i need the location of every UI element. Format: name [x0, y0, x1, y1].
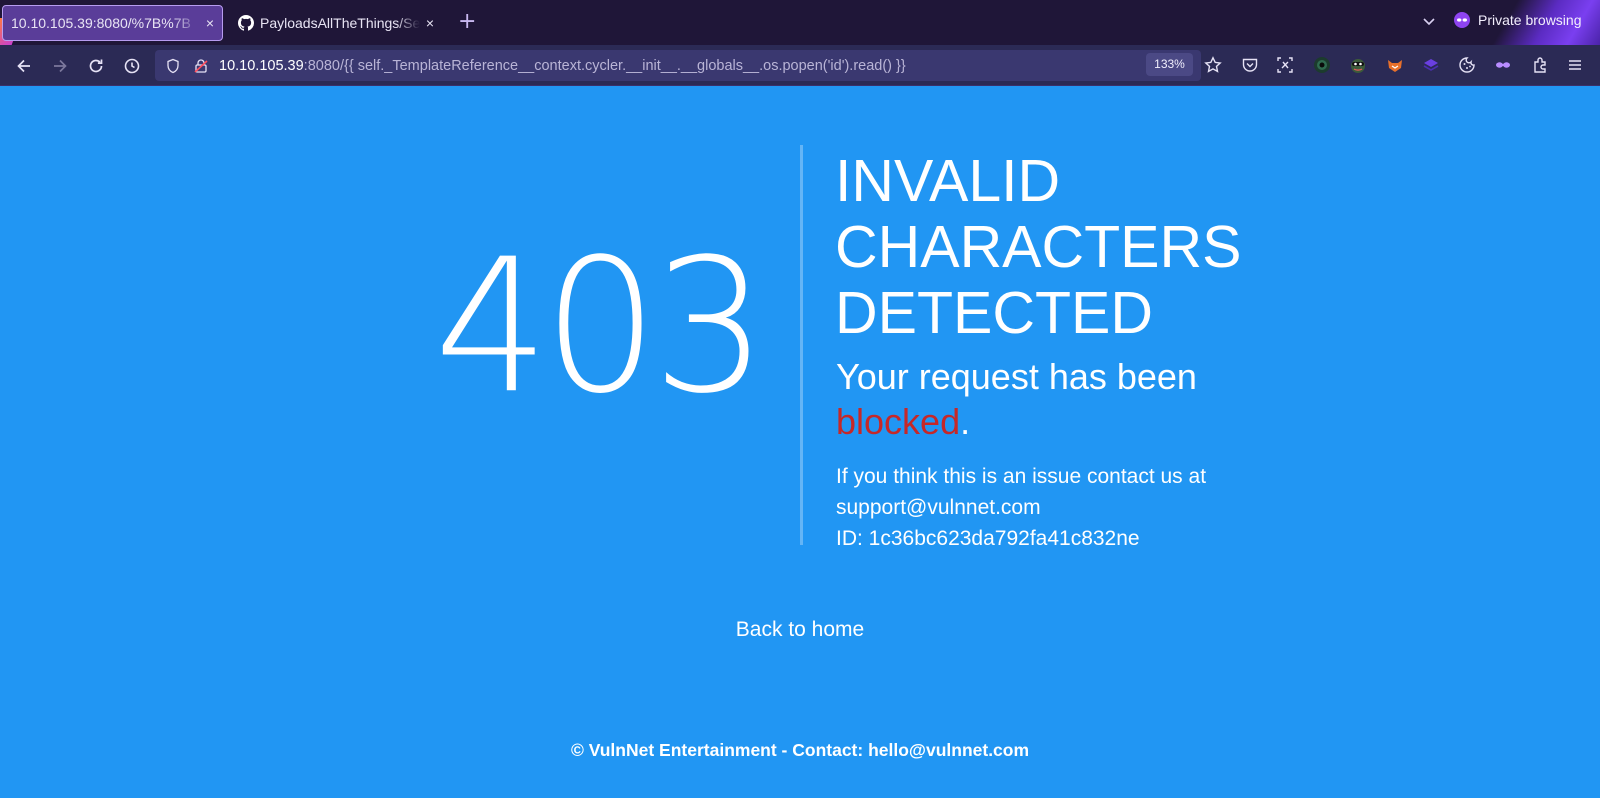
menu-icon[interactable]	[1566, 56, 1584, 74]
pocket-icon[interactable]	[1241, 56, 1259, 74]
contact-text: If you think this is an issue contact us…	[836, 465, 1207, 488]
page-footer: © VulnNet Entertainment - Contact: hello…	[570, 740, 1030, 760]
screenshot-icon[interactable]	[1276, 56, 1294, 74]
url-path: :8080/{{ self._TemplateReference__contex…	[303, 57, 906, 74]
address-bar[interactable]: 10.10.105.39:8080/{{ self._TemplateRefer…	[155, 50, 1201, 81]
extensions-icon[interactable]	[1531, 56, 1549, 74]
error-code: 403	[434, 218, 767, 435]
private-mask-icon[interactable]	[1494, 56, 1512, 74]
tab-close-button[interactable]: ×	[426, 15, 434, 31]
tab-active[interactable]: 10.10.105.39:8080/%7B%7B ×	[2, 5, 223, 41]
support-email: support@vulnnet.com	[836, 496, 1041, 519]
private-browsing-label: Private browsing	[1478, 12, 1582, 28]
extension-mask-icon[interactable]	[1349, 56, 1367, 74]
blocked-word: blocked	[836, 401, 961, 442]
lock-icon[interactable]	[193, 58, 209, 74]
tab-close-button[interactable]: ×	[206, 15, 214, 31]
extension-eye-icon[interactable]	[1313, 56, 1331, 74]
tab-title: PayloadsAllTheThings/Se	[260, 15, 420, 31]
github-icon	[238, 15, 254, 31]
extension-fox-icon[interactable]	[1386, 56, 1404, 74]
error-details: If you think this is an issue contact us…	[836, 461, 1256, 554]
request-id: ID: 1c36bc623da792fa41c832ne	[836, 527, 1140, 550]
forward-icon[interactable]	[50, 56, 70, 76]
reload-icon[interactable]	[86, 56, 106, 76]
vertical-divider	[800, 145, 803, 545]
error-headline: INVALID CHARACTERS DETECTED	[835, 148, 1242, 346]
private-browsing-indicator: Private browsing	[1454, 12, 1582, 28]
tab-title: 10.10.105.39:8080/%7B%7B	[11, 15, 191, 31]
private-mask-icon	[1454, 12, 1470, 28]
error-subline: Your request has been blocked.	[836, 354, 1256, 444]
bookmark-star-icon[interactable]	[1204, 56, 1222, 74]
error-page: 403 INVALID CHARACTERS DETECTED Your req…	[0, 86, 1600, 798]
url-text[interactable]: 10.10.105.39:8080/{{ self._TemplateRefer…	[219, 58, 1201, 74]
extension-layers-icon[interactable]	[1422, 56, 1440, 74]
history-icon[interactable]	[122, 56, 142, 76]
shield-icon[interactable]	[165, 58, 181, 74]
url-host: 10.10.105.39	[219, 57, 304, 74]
back-to-home-link[interactable]: Back to home	[0, 618, 1600, 642]
tab-payloadsallthethings[interactable]: PayloadsAllTheThings/Se ×	[230, 5, 442, 41]
subline-prefix: Your request has been	[836, 356, 1197, 397]
chevron-down-icon[interactable]	[1420, 12, 1438, 30]
zoom-indicator[interactable]: 133%	[1146, 53, 1193, 76]
cookie-icon[interactable]	[1458, 56, 1476, 74]
new-tab-button[interactable]: +	[458, 8, 476, 36]
tab-strip: 10.10.105.39:8080/%7B%7B × PayloadsAllTh…	[0, 0, 1600, 45]
back-icon[interactable]	[14, 56, 34, 76]
subline-suffix: .	[960, 401, 971, 442]
